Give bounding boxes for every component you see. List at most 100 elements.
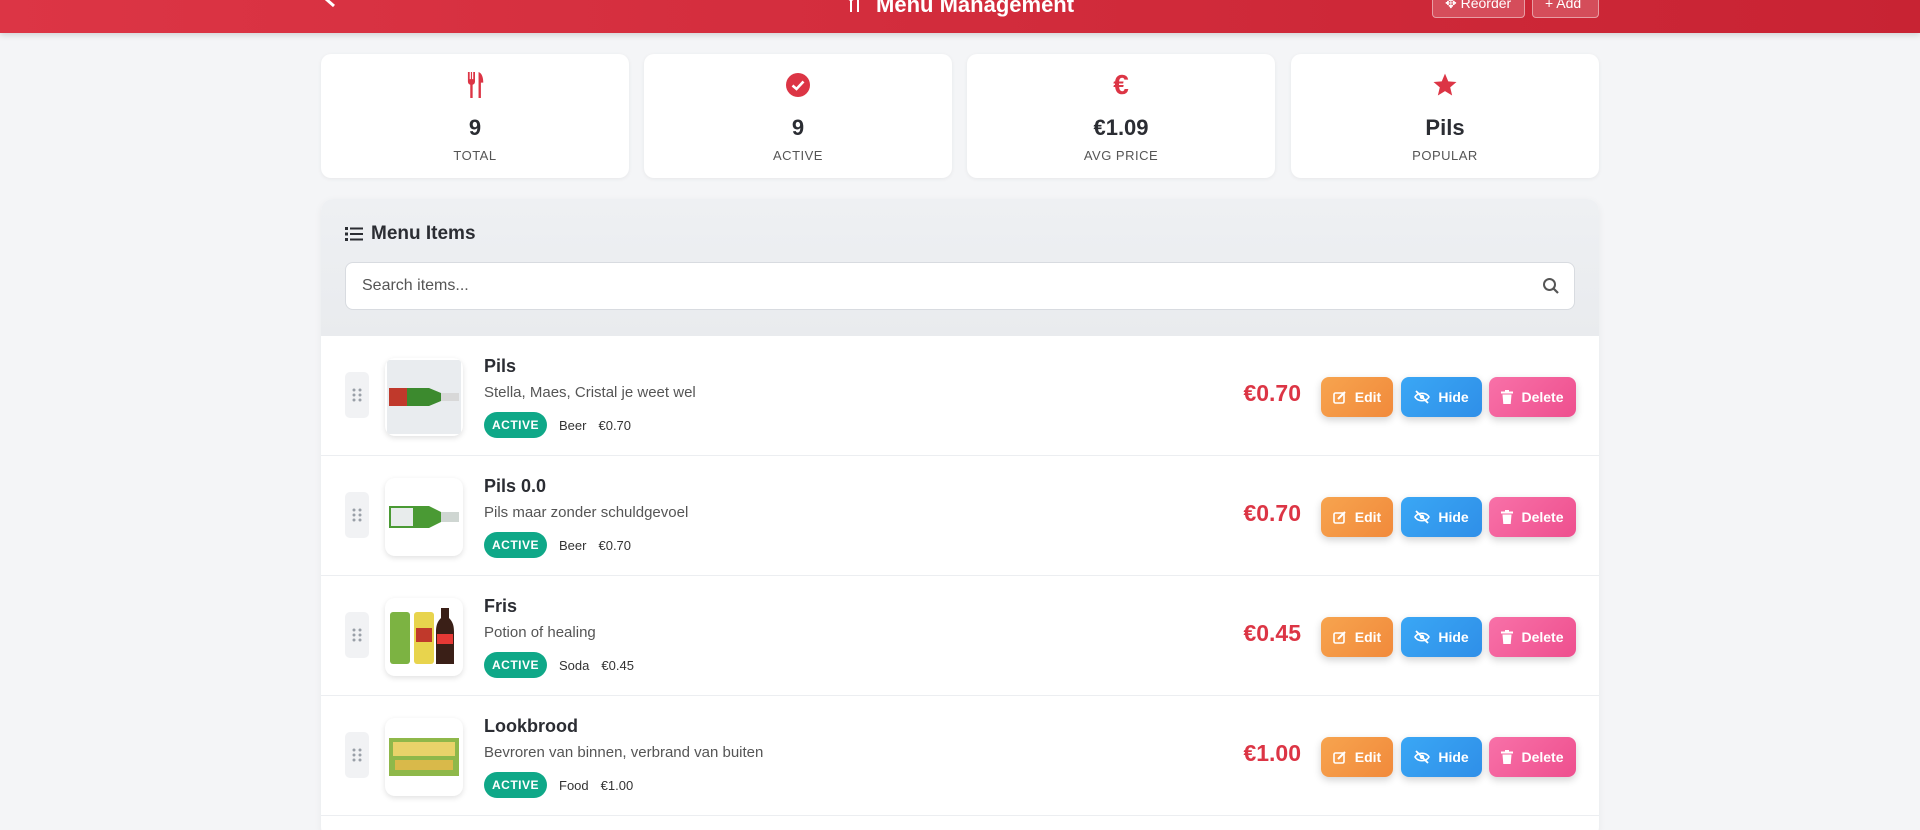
item-description: Pils maar zonder schuldgevoel xyxy=(484,504,689,521)
page-title-text: Menu Management xyxy=(876,0,1075,17)
delete-button[interactable]: Delete xyxy=(1489,737,1576,777)
drag-handle-icon[interactable] xyxy=(345,372,369,418)
delete-label: Delete xyxy=(1521,749,1564,765)
reorder-button[interactable]: ✥ Reorder xyxy=(1432,0,1525,18)
edit-icon xyxy=(1332,751,1346,764)
hide-button[interactable]: Hide xyxy=(1401,377,1482,417)
item-image-soda-cans xyxy=(385,598,463,676)
hide-label: Hide xyxy=(1438,629,1469,645)
move-icon: ✥ xyxy=(1445,0,1457,11)
panel-header: Menu Items xyxy=(321,199,1599,336)
edit-icon xyxy=(1332,511,1346,524)
page-title: Menu Management xyxy=(0,0,1920,18)
delete-button[interactable]: Delete xyxy=(1489,497,1576,537)
edit-icon xyxy=(1332,391,1346,404)
edit-label: Edit xyxy=(1354,629,1382,645)
search-box xyxy=(345,262,1575,310)
check-circle-icon xyxy=(644,70,952,100)
add-button[interactable]: + Add xyxy=(1532,0,1599,18)
edit-button[interactable]: Edit xyxy=(1321,617,1393,657)
list-item: Pils 0.0 Pils maar zonder schuldgevoel A… xyxy=(321,456,1599,576)
item-name: Lookbrood xyxy=(484,716,578,736)
category-tag: Beer xyxy=(559,537,587,553)
hide-label: Hide xyxy=(1438,509,1469,525)
trash-icon xyxy=(1501,630,1514,644)
edit-icon xyxy=(1332,631,1346,644)
drag-handle-icon[interactable] xyxy=(345,732,369,778)
stat-value: Pils xyxy=(1425,115,1465,140)
item-tags: ACTIVE Food €1.00 xyxy=(484,772,633,798)
hide-button[interactable]: Hide xyxy=(1401,737,1482,777)
panel-title-text: Menu Items xyxy=(371,223,476,244)
list-item: Fris Potion of healing ACTIVE Soda €0.45… xyxy=(321,576,1599,696)
menu-items-panel: Menu Items Pils Stella, Maes, Cristal je… xyxy=(321,199,1599,830)
stat-card-total: 9 TOTAL xyxy=(321,54,629,178)
item-price: €1.00 xyxy=(1243,740,1301,766)
hide-label: Hide xyxy=(1438,389,1469,405)
price-tag: €0.45 xyxy=(601,657,634,673)
category-tag: Food xyxy=(559,777,589,793)
category-tag: Beer xyxy=(559,417,587,433)
eye-slash-icon xyxy=(1414,630,1431,644)
price-tag: €1.00 xyxy=(600,777,634,793)
delete-label: Delete xyxy=(1521,389,1564,405)
hide-button[interactable]: Hide xyxy=(1401,617,1482,657)
stat-card-avg-price: € €1.09 AVG PRICE xyxy=(967,54,1275,178)
delete-button[interactable]: Delete xyxy=(1489,377,1576,417)
hide-button[interactable]: Hide xyxy=(1401,497,1482,537)
stat-card-active: 9 ACTIVE xyxy=(644,54,952,178)
edit-button[interactable]: Edit xyxy=(1321,377,1393,417)
panel-title: Menu Items xyxy=(345,223,476,245)
item-name: Pils xyxy=(484,356,517,376)
item-price: €0.45 xyxy=(1243,620,1301,646)
reorder-label: Reorder xyxy=(1460,0,1512,11)
item-description: Stella, Maes, Cristal je weet wel xyxy=(484,384,696,401)
edit-button[interactable]: Edit xyxy=(1321,737,1393,777)
list-item: Lookbrood Bevroren van binnen, verbrand … xyxy=(321,696,1599,816)
star-icon xyxy=(1291,70,1599,100)
item-description: Bevroren van binnen, verbrand van buiten xyxy=(484,744,764,761)
stat-label: TOTAL xyxy=(453,148,497,163)
edit-label: Edit xyxy=(1354,509,1382,525)
drag-handle-icon[interactable] xyxy=(345,492,369,538)
price-tag: €0.70 xyxy=(598,417,632,433)
utensils-icon xyxy=(321,70,629,100)
status-badge: ACTIVE xyxy=(484,412,548,438)
stat-label: POPULAR xyxy=(1412,148,1478,163)
search-icon[interactable] xyxy=(1542,277,1560,300)
drag-handle-icon[interactable] xyxy=(345,612,369,658)
item-price: €0.70 xyxy=(1243,500,1301,526)
category-tag: Soda xyxy=(559,657,590,673)
search-input[interactable] xyxy=(362,263,1532,309)
eye-slash-icon xyxy=(1414,390,1431,404)
stat-card-popular: Pils POPULAR xyxy=(1291,54,1599,178)
item-image-baguette xyxy=(385,718,463,796)
list-item: Pils Stella, Maes, Cristal je weet wel A… xyxy=(321,336,1599,456)
delete-button[interactable]: Delete xyxy=(1489,617,1576,657)
delete-label: Delete xyxy=(1521,629,1564,645)
trash-icon xyxy=(1501,750,1514,764)
delete-label: Delete xyxy=(1521,509,1564,525)
stat-label: AVG PRICE xyxy=(1083,148,1159,163)
status-badge: ACTIVE xyxy=(484,532,548,558)
eye-slash-icon xyxy=(1414,510,1431,524)
hide-label: Hide xyxy=(1438,749,1469,765)
eye-slash-icon xyxy=(1414,750,1431,764)
item-tags: ACTIVE Beer €0.70 xyxy=(484,532,631,558)
item-name: Pils 0.0 xyxy=(484,476,547,496)
edit-button[interactable]: Edit xyxy=(1321,497,1393,537)
item-description: Potion of healing xyxy=(484,624,596,641)
stat-value: 9 xyxy=(791,115,805,140)
stat-label: ACTIVE xyxy=(773,148,823,163)
stat-value: €1.09 xyxy=(1093,115,1149,140)
item-name: Fris xyxy=(484,596,518,616)
status-badge: ACTIVE xyxy=(484,772,548,798)
stat-value: 9 xyxy=(468,115,482,140)
item-price: €0.70 xyxy=(1243,380,1301,406)
euro-icon: € xyxy=(1113,69,1129,100)
top-header: Menu Management ✥ Reorder + Add xyxy=(0,0,1920,33)
item-tags: ACTIVE Beer €0.70 xyxy=(484,412,631,438)
item-image-beer-bottle xyxy=(385,478,463,556)
status-badge: ACTIVE xyxy=(484,652,548,678)
utensils-icon xyxy=(846,0,868,17)
